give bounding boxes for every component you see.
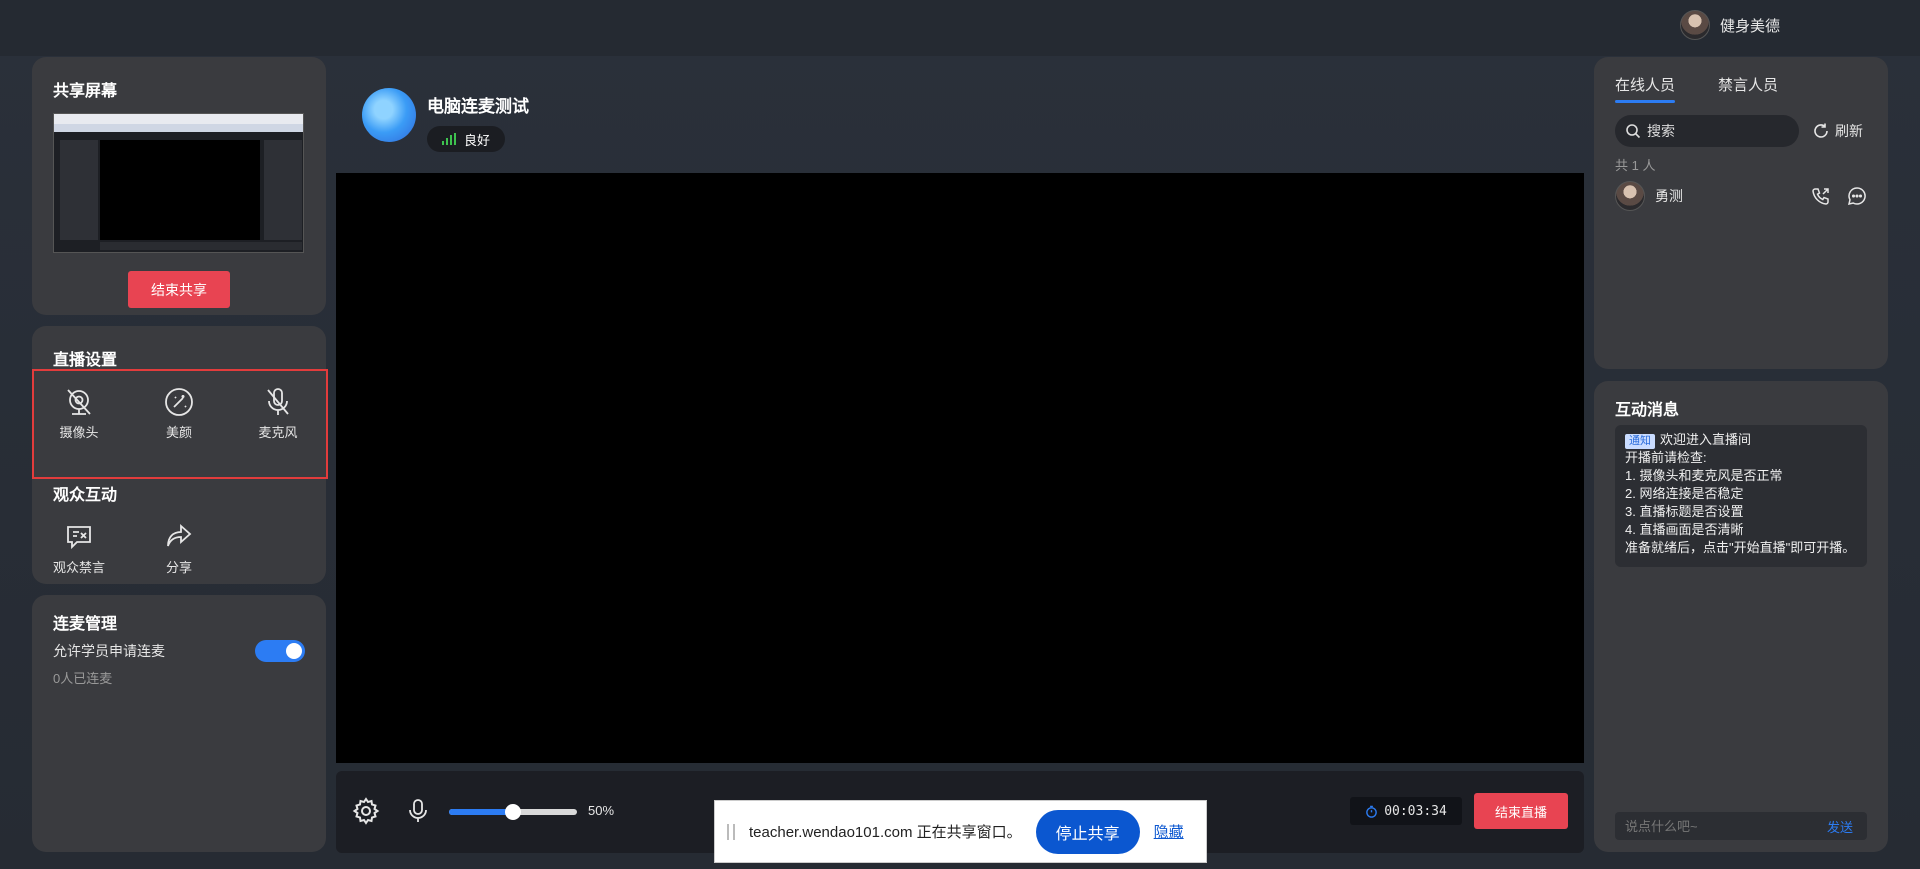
timer-text: 00:03:34	[1384, 803, 1447, 819]
notice-line: 2. 网络连接是否稳定	[1625, 486, 1744, 501]
microphone-icon[interactable]	[404, 797, 432, 825]
end-live-button[interactable]: 结束直播	[1474, 793, 1568, 829]
live-settings-title: 直播设置	[53, 352, 118, 369]
allow-link-row: 允许学员申请连麦	[53, 640, 305, 662]
end-share-button[interactable]: 结束共享	[128, 271, 230, 308]
notice-line: 1. 摄像头和麦克风是否正常	[1625, 468, 1783, 483]
refresh-icon	[1814, 123, 1828, 138]
chat-bubble-icon[interactable]	[1847, 186, 1867, 206]
search-placeholder: 搜索	[1647, 123, 1675, 139]
notice-header: 通知 欢迎进入直播间	[1625, 431, 1857, 449]
network-status-text: 良好	[463, 132, 490, 148]
network-status-badge: 良好	[427, 126, 505, 152]
send-button[interactable]: 发送	[1827, 817, 1853, 836]
mic-off-icon	[267, 388, 289, 415]
phone-call-icon[interactable]	[1811, 186, 1831, 206]
member-name: 勇测	[1655, 188, 1683, 204]
beauty-icon	[165, 388, 193, 416]
share-icon	[167, 523, 192, 547]
active-tab-indicator	[1615, 100, 1675, 103]
tab-muted-members[interactable]: 禁言人员	[1718, 74, 1778, 95]
signal-icon	[441, 133, 456, 145]
live-timer: 00:03:34	[1350, 797, 1462, 825]
chat-title: 互动消息	[1615, 402, 1680, 419]
volume-slider-fill	[449, 809, 513, 815]
live-settings-panel: 直播设置 摄像头 美颜 麦克风 观众互动 观众禁言 分享	[32, 326, 328, 584]
link-management-title: 连麦管理	[53, 616, 118, 633]
member-avatar	[1615, 181, 1645, 211]
notice-line: 开播前请检查:	[1625, 450, 1707, 465]
members-panel: 在线人员 禁言人员 搜索 刷新 共 1 人 勇测	[1594, 57, 1888, 369]
stopwatch-icon	[1366, 805, 1378, 818]
notice-line: 准备就绪后，点击"开始直播"即可开播。	[1625, 540, 1856, 555]
share-label: 分享	[165, 560, 192, 575]
room-logo	[362, 88, 416, 142]
drag-handle-icon[interactable]	[727, 823, 735, 840]
camera-off-icon	[67, 389, 91, 415]
share-button[interactable]: 分享	[147, 521, 211, 576]
microphone-label: 麦克风	[258, 425, 298, 440]
link-management-panel: 连麦管理 允许学员申请连麦 0人已连麦	[32, 595, 326, 852]
share-screen-panel: 共享屏幕 结束共享	[32, 57, 326, 315]
top-bar	[0, 0, 1920, 56]
allow-link-label: 允许学员申请连麦	[53, 643, 165, 659]
online-count: 共 1 人	[1615, 158, 1656, 173]
linked-count: 0人已连麦	[53, 671, 113, 686]
user-profile[interactable]: 健身美德	[1679, 10, 1780, 40]
notice-line: 4. 直播画面是否清晰	[1625, 522, 1744, 537]
user-avatar	[1679, 10, 1710, 40]
mute-audience-button[interactable]: 观众禁言	[47, 521, 111, 576]
room-title: 电脑连麦测试	[427, 97, 529, 116]
member-search-input[interactable]: 搜索	[1615, 115, 1799, 147]
mute-audience-icon	[67, 526, 91, 550]
user-name: 健身美德	[1719, 17, 1780, 35]
beauty-label: 美颜	[165, 425, 192, 440]
notice-tag-badge: 通知	[1625, 434, 1655, 449]
mute-audience-label: 观众禁言	[52, 560, 105, 575]
video-preview	[336, 173, 1584, 763]
notice-head-text: 欢迎进入直播间	[1660, 432, 1752, 447]
screen-share-banner: teacher.wendao101.com 正在共享窗口。 停止共享 隐藏	[714, 800, 1207, 863]
beauty-toggle[interactable]: 美颜	[147, 386, 211, 441]
notice-line: 3. 直播标题是否设置	[1625, 504, 1744, 519]
settings-gear-icon[interactable]	[352, 797, 380, 825]
allow-link-toggle[interactable]	[255, 640, 305, 662]
microphone-toggle[interactable]: 麦克风	[246, 386, 310, 441]
share-screen-title: 共享屏幕	[53, 83, 118, 100]
hide-banner-link[interactable]: 隐藏	[1154, 821, 1184, 842]
search-icon	[1626, 124, 1641, 139]
refresh-button[interactable]: 刷新	[1812, 121, 1863, 141]
refresh-label: 刷新	[1835, 123, 1863, 139]
tab-online-members[interactable]: 在线人员	[1615, 74, 1675, 95]
volume-slider[interactable]	[449, 804, 577, 820]
camera-toggle[interactable]: 摄像头	[47, 386, 111, 441]
audience-interaction-title: 观众互动	[53, 487, 118, 504]
share-preview-thumbnail	[53, 113, 304, 253]
chat-panel: 互动消息 通知 欢迎进入直播间 开播前请检查: 1. 摄像头和麦克风是否正常 2.…	[1594, 381, 1888, 852]
volume-label: 50%	[588, 803, 615, 818]
share-banner-text: teacher.wendao101.com 正在共享窗口。	[749, 824, 1022, 841]
volume-slider-knob[interactable]	[505, 804, 521, 820]
member-list-item[interactable]: 勇测	[1615, 180, 1867, 212]
camera-label: 摄像头	[59, 425, 99, 440]
stop-share-button[interactable]: 停止共享	[1035, 809, 1140, 854]
system-notice: 通知 欢迎进入直播间 开播前请检查: 1. 摄像头和麦克风是否正常 2. 网络连接…	[1615, 425, 1867, 567]
